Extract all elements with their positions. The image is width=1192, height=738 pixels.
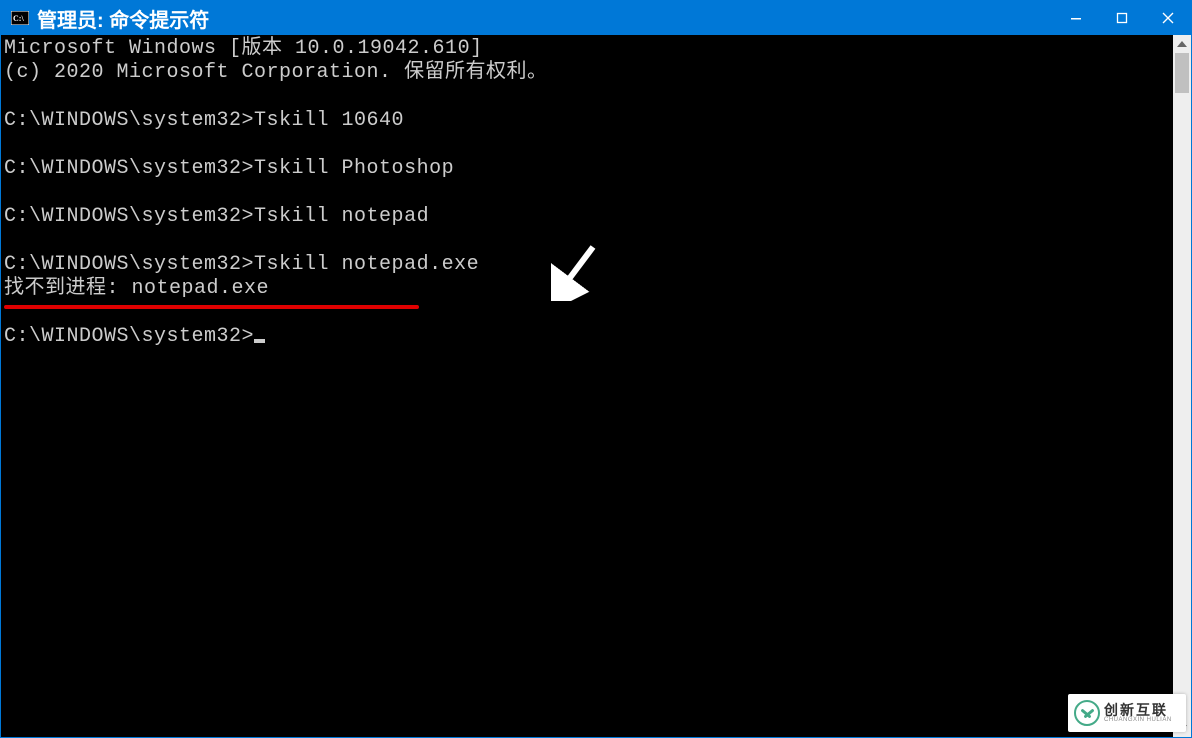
cmd-icon: C:\ — [11, 11, 29, 25]
close-button[interactable] — [1145, 1, 1191, 35]
terminal-line: C:\WINDOWS\system32>Tskill Photoshop — [4, 157, 1173, 181]
watermark-text-en: CHUANGXIN HULIAN — [1104, 717, 1172, 723]
cmd-window: C:\ 管理员: 命令提示符 Microsoft Windows [版本 10.… — [0, 0, 1192, 738]
red-underline-annotation — [4, 305, 419, 309]
terminal-line: C:\WINDOWS\system32>Tskill notepad — [4, 205, 1173, 229]
scroll-up-button[interactable] — [1173, 35, 1191, 53]
terminal-area: Microsoft Windows [版本 10.0.19042.610](c)… — [1, 35, 1191, 737]
vertical-scrollbar[interactable] — [1173, 35, 1191, 737]
text-cursor — [254, 339, 265, 343]
terminal-line: C:\WINDOWS\system32>Tskill notepad.exe — [4, 253, 1173, 277]
scroll-thumb[interactable] — [1175, 53, 1189, 93]
minimize-button[interactable] — [1053, 1, 1099, 35]
terminal-line — [4, 85, 1173, 109]
maximize-button[interactable] — [1099, 1, 1145, 35]
terminal-line — [4, 133, 1173, 157]
terminal-output[interactable]: Microsoft Windows [版本 10.0.19042.610](c)… — [1, 35, 1173, 737]
terminal-line: C:\WINDOWS\system32>Tskill 10640 — [4, 109, 1173, 133]
terminal-line: 找不到进程: notepad.exe — [4, 277, 1173, 301]
titlebar[interactable]: C:\ 管理员: 命令提示符 — [1, 1, 1191, 35]
watermark-text-cn: 创新互联 — [1104, 703, 1172, 717]
terminal-line: Microsoft Windows [版本 10.0.19042.610] — [4, 37, 1173, 61]
terminal-line — [4, 181, 1173, 205]
terminal-line: (c) 2020 Microsoft Corporation. 保留所有权利。 — [4, 61, 1173, 85]
window-controls — [1053, 1, 1191, 35]
watermark-icon — [1074, 700, 1100, 726]
terminal-line — [4, 229, 1173, 253]
svg-text:C:\: C:\ — [13, 14, 24, 23]
window-title: 管理员: 命令提示符 — [37, 4, 209, 33]
watermark-logo: 创新互联 CHUANGXIN HULIAN — [1068, 694, 1186, 732]
terminal-line: C:\WINDOWS\system32> — [4, 325, 1173, 349]
